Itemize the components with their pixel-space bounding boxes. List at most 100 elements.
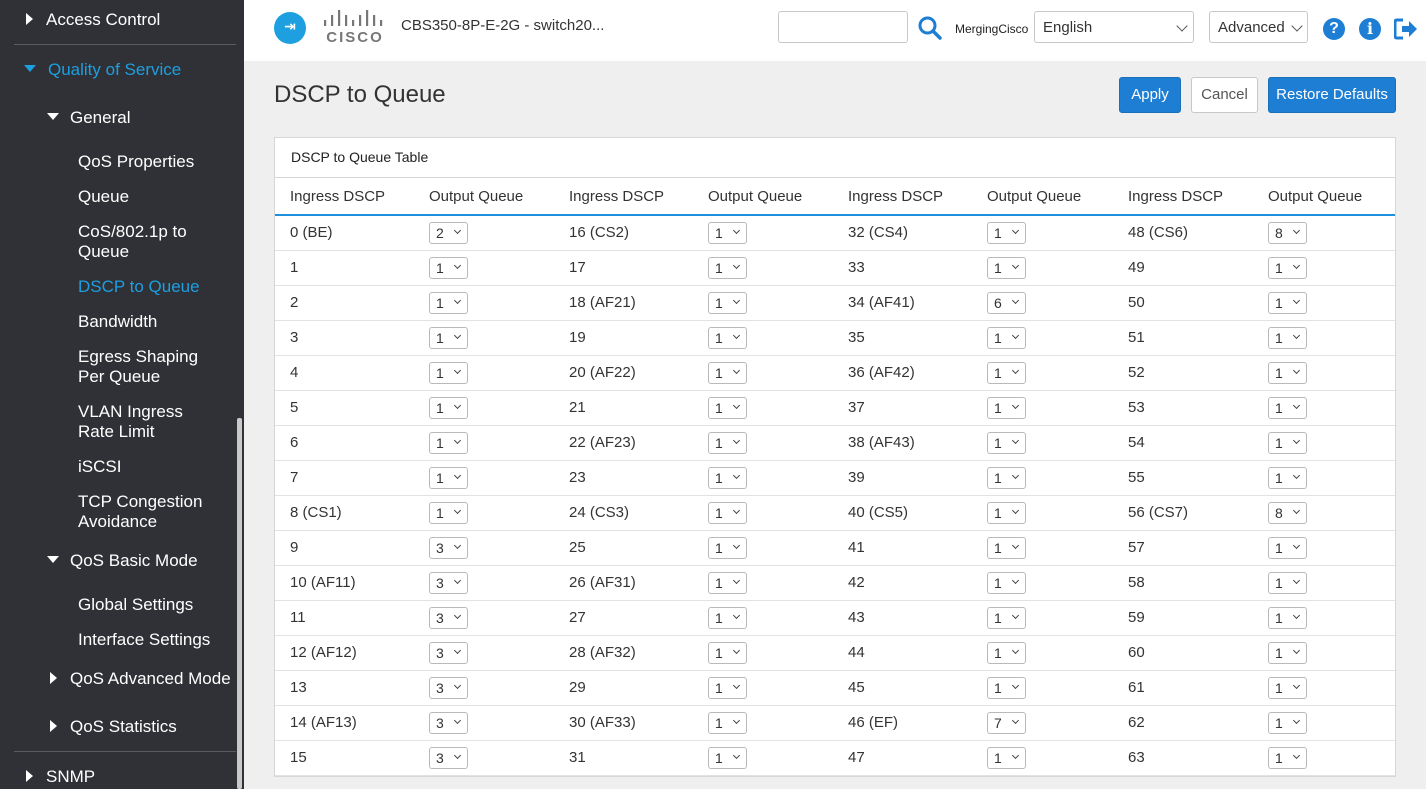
sidebar-item-iscsi[interactable]: iSCSI [0,456,236,478]
output-queue-select[interactable]: 8 [1268,501,1307,524]
cancel-button[interactable]: Cancel [1191,77,1258,113]
chevron-down-icon [1292,366,1301,374]
output-queue-select[interactable]: 1 [1268,676,1307,699]
output-queue-select[interactable]: 1 [708,361,747,384]
output-queue-select[interactable]: 1 [987,431,1026,454]
output-queue-select[interactable]: 1 [708,711,747,734]
output-queue-select[interactable]: 1 [429,466,468,489]
output-queue-select[interactable]: 3 [429,571,468,594]
table-row: 7 1 23 1 39 1 55 1 [275,460,1395,496]
sidebar-item-bandwidth[interactable]: Bandwidth [0,311,236,333]
output-queue-select[interactable]: 1 [987,676,1026,699]
output-queue-select[interactable]: 3 [429,746,468,769]
output-queue-select[interactable]: 1 [1268,606,1307,629]
output-queue-select[interactable]: 1 [708,536,747,559]
sidebar-item-interface-settings[interactable]: Interface Settings [0,629,236,651]
sidebar-item-dscp-to-queue[interactable]: DSCP to Queue [0,276,236,298]
output-queue-select[interactable]: 1 [1268,291,1307,314]
output-queue-select[interactable]: 1 [708,221,747,244]
output-queue-select[interactable]: 3 [429,711,468,734]
output-queue-select[interactable]: 1 [987,571,1026,594]
output-queue-select[interactable]: 2 [429,221,468,244]
output-queue-select[interactable]: 1 [1268,256,1307,279]
sidebar-item-qos-advanced-mode[interactable]: QoS Advanced Mode [0,668,236,690]
sidebar-item-quality-of-service[interactable]: Quality of Service [0,59,236,81]
output-queue-select[interactable]: 1 [987,606,1026,629]
output-queue-select[interactable]: 1 [1268,571,1307,594]
sidebar-item-qos-basic-mode[interactable]: QoS Basic Mode [0,550,236,572]
output-queue-value: 1 [436,329,444,346]
output-queue-select[interactable]: 1 [708,396,747,419]
output-queue-select[interactable]: 1 [429,431,468,454]
info-icon[interactable]: i [1359,18,1381,40]
output-queue-select[interactable]: 1 [429,501,468,524]
sidebar-item-qos-statistics[interactable]: QoS Statistics [0,716,236,738]
restore-defaults-button[interactable]: Restore Defaults [1268,77,1396,113]
output-queue-select[interactable]: 1 [708,746,747,769]
output-queue-select[interactable]: 1 [708,466,747,489]
app-menu-icon[interactable]: ⇥ [274,12,306,44]
output-queue-select[interactable]: 6 [987,291,1026,314]
output-queue-select[interactable]: 1 [1268,361,1307,384]
output-queue-select[interactable]: 1 [1268,711,1307,734]
search-icon[interactable] [917,15,943,41]
search-input[interactable] [778,11,908,43]
output-queue-select[interactable]: 1 [708,606,747,629]
output-queue-select[interactable]: 1 [987,256,1026,279]
output-queue-select[interactable]: 1 [708,256,747,279]
sidebar-item-tcp-congestion-avoidance[interactable]: TCP Congestion Avoidance [0,491,236,533]
output-queue-select[interactable]: 1 [987,536,1026,559]
output-queue-select[interactable]: 1 [987,396,1026,419]
output-queue-select[interactable]: 1 [1268,431,1307,454]
output-queue-select[interactable]: 1 [987,361,1026,384]
output-queue-select[interactable]: 1 [987,221,1026,244]
output-queue-select[interactable]: 1 [1268,326,1307,349]
output-queue-select[interactable]: 3 [429,606,468,629]
output-queue-select[interactable]: 3 [429,676,468,699]
apply-button[interactable]: Apply [1119,77,1181,113]
help-icon[interactable]: ? [1323,18,1345,40]
output-queue-select[interactable]: 1 [708,501,747,524]
output-queue-select[interactable]: 1 [429,291,468,314]
output-queue-select[interactable]: 1 [708,571,747,594]
output-queue-select[interactable]: 1 [708,326,747,349]
output-queue-select[interactable]: 1 [429,361,468,384]
output-queue-select[interactable]: 1 [1268,641,1307,664]
sidebar-item-access-control[interactable]: Access Control [0,9,236,31]
output-queue-select[interactable]: 1 [708,676,747,699]
sidebar-item-qos-properties[interactable]: QoS Properties [0,151,236,173]
sidebar-item-egress-shaping[interactable]: Egress Shaping Per Queue [0,346,236,388]
sidebar-scrollbar-thumb[interactable] [237,418,242,789]
output-queue-select[interactable]: 1 [987,501,1026,524]
output-queue-select[interactable]: 3 [429,641,468,664]
logout-icon[interactable] [1394,18,1418,40]
output-queue-select[interactable]: 1 [1268,536,1307,559]
output-queue-select[interactable]: 1 [708,431,747,454]
sidebar-item-cos-to-queue[interactable]: CoS/802.1p to Queue [0,221,236,263]
sidebar-item-general[interactable]: General [0,107,236,129]
output-queue-select[interactable]: 1 [1268,746,1307,769]
sidebar-item-global-settings[interactable]: Global Settings [0,594,236,616]
language-select[interactable]: English [1034,11,1194,43]
sidebar-item-queue[interactable]: Queue [0,186,236,208]
output-queue-select[interactable]: 1 [429,256,468,279]
output-queue-select[interactable]: 1 [987,466,1026,489]
output-queue-select[interactable]: 1 [1268,466,1307,489]
ingress-dscp-cell: 17 [554,250,693,286]
output-queue-select[interactable]: 7 [987,711,1026,734]
sidebar-item-vlan-ingress-rate-limit[interactable]: VLAN Ingress Rate Limit [0,401,236,443]
output-queue-select[interactable]: 1 [987,326,1026,349]
sidebar-item-snmp[interactable]: SNMP [0,766,236,788]
output-queue-select[interactable]: 8 [1268,221,1307,244]
output-queue-select[interactable]: 1 [429,396,468,419]
output-queue-select[interactable]: 1 [987,641,1026,664]
output-queue-select[interactable]: 1 [429,326,468,349]
display-mode-select[interactable]: Advanced [1209,11,1308,43]
output-queue-select[interactable]: 1 [1268,396,1307,419]
output-queue-select[interactable]: 1 [987,746,1026,769]
chevron-down-icon [453,261,462,269]
output-queue-select[interactable]: 1 [708,291,747,314]
ingress-dscp-cell: 11 [275,600,414,636]
output-queue-select[interactable]: 1 [708,641,747,664]
output-queue-select[interactable]: 3 [429,536,468,559]
